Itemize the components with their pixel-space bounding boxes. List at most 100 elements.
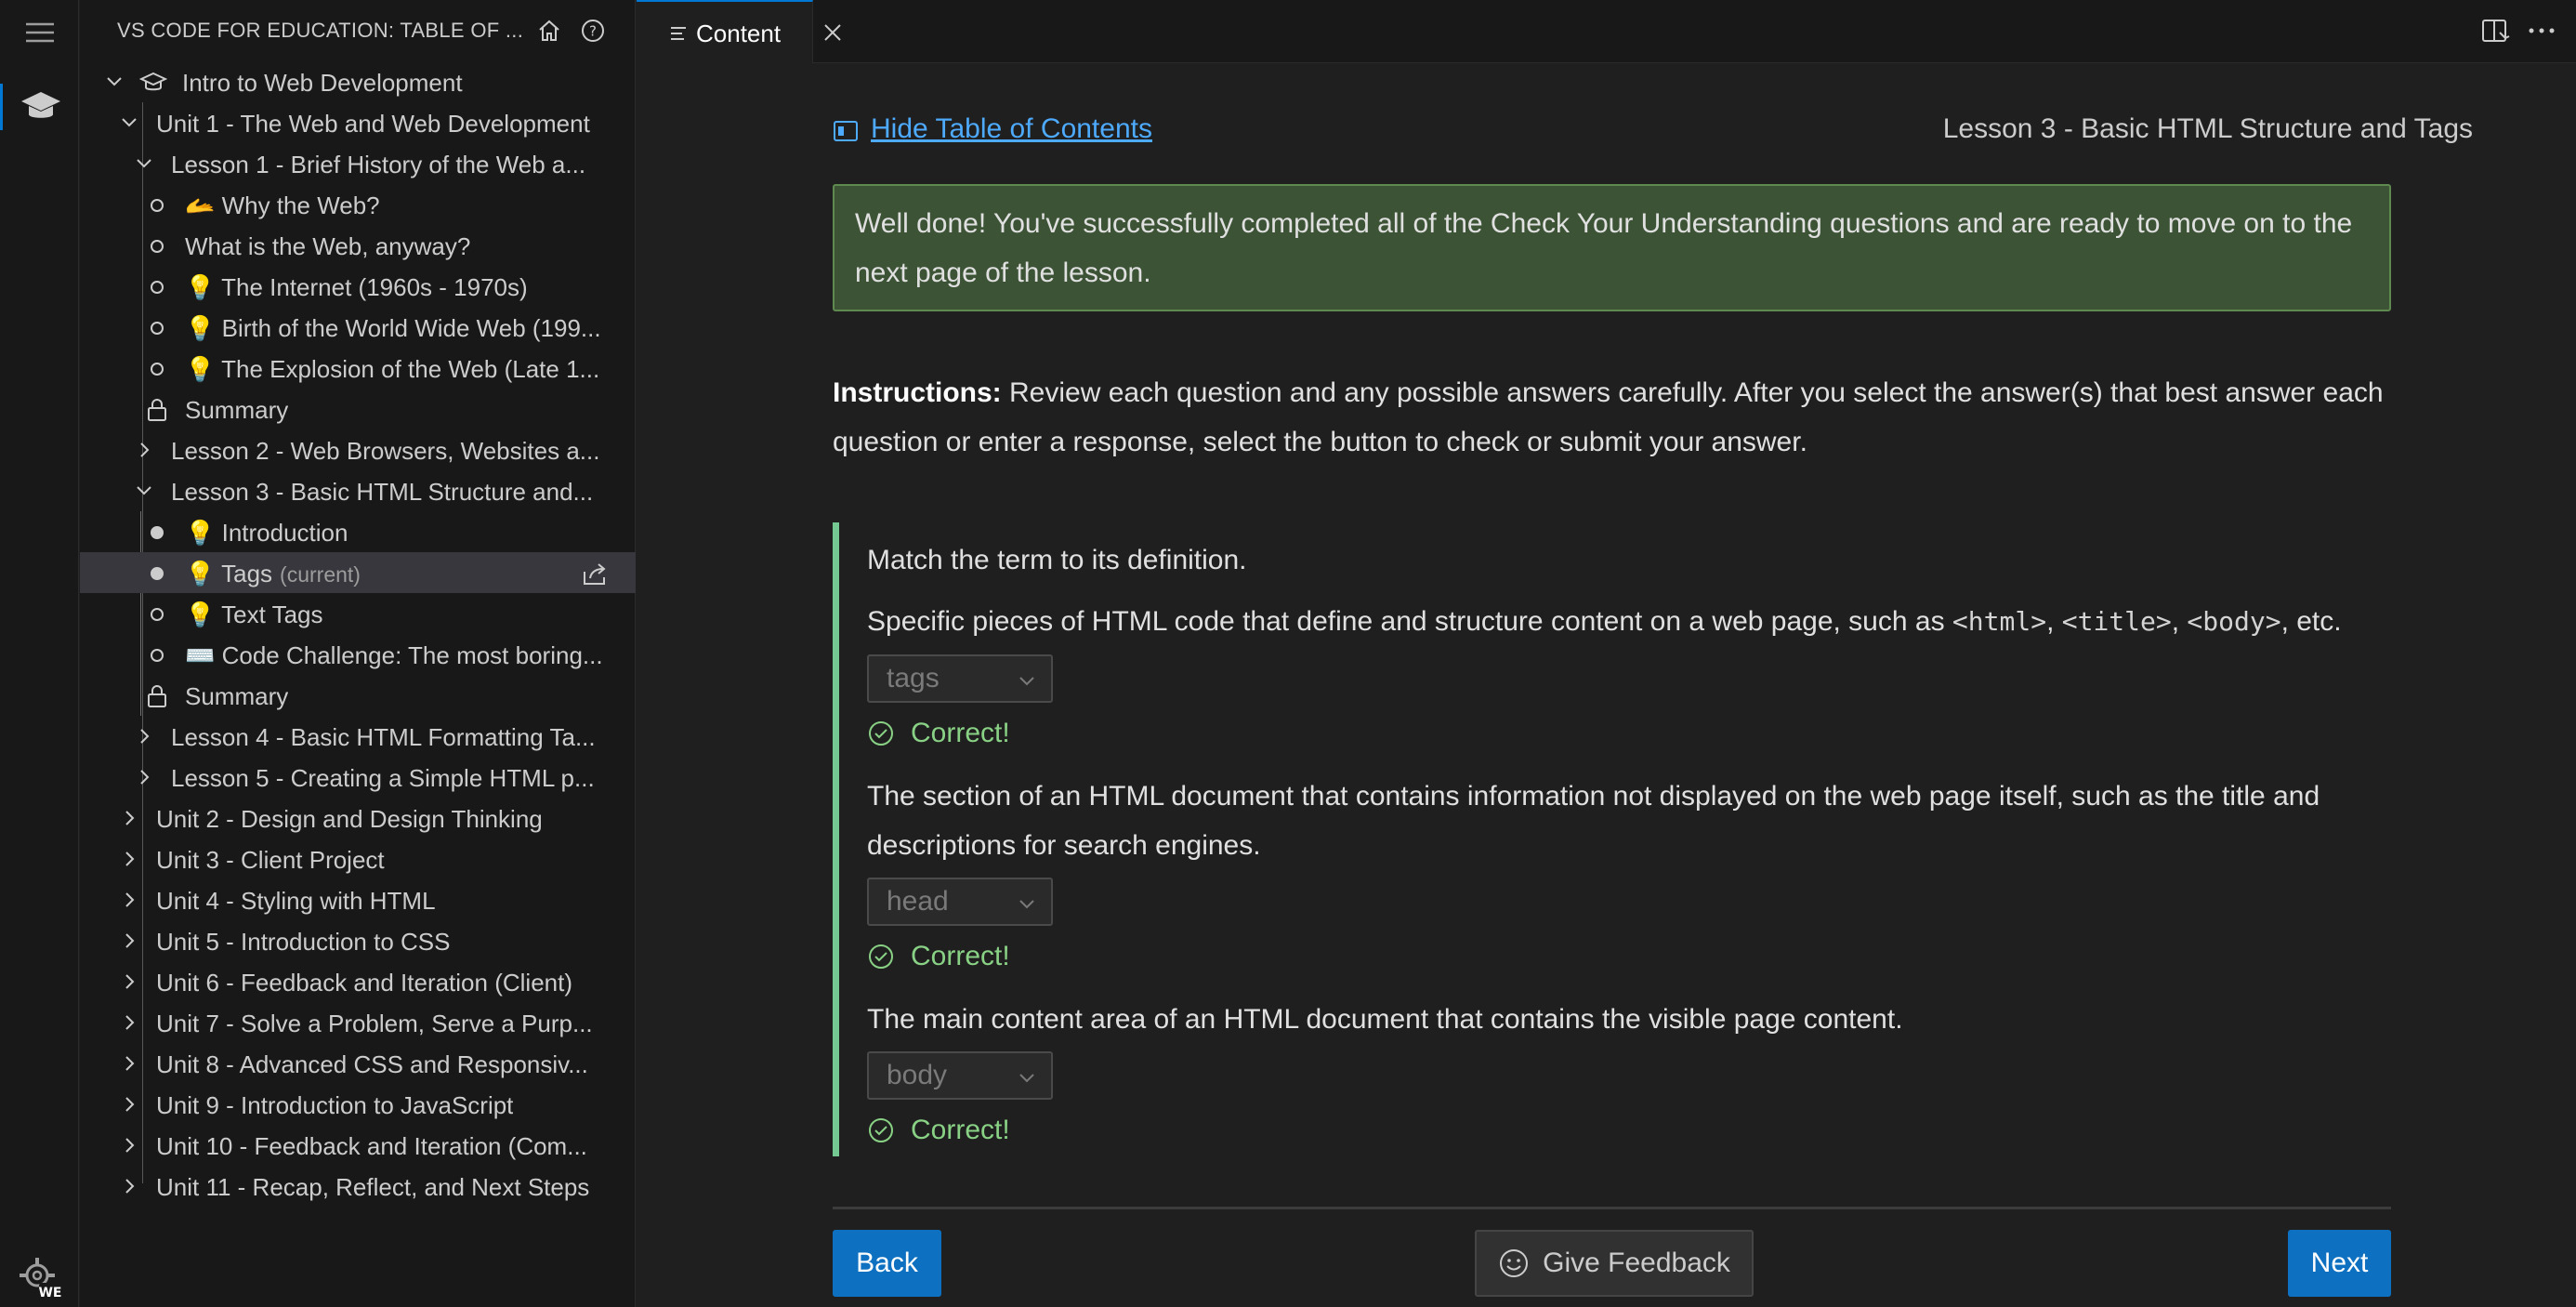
tree-item-page[interactable]: 💡 The Explosion of the Web (Late 1... bbox=[80, 348, 636, 389]
more-actions-icon[interactable] bbox=[2528, 26, 2556, 35]
answer-select-value: tags bbox=[887, 663, 940, 693]
chevron-right-icon bbox=[125, 1015, 135, 1030]
definition-text: Specific pieces of HTML code that define… bbox=[867, 606, 1952, 637]
lock-icon bbox=[148, 685, 166, 707]
tree-item-label: 💡 Introduction bbox=[185, 519, 348, 547]
chevron-right-icon bbox=[125, 1138, 135, 1153]
tree-item-lesson-5[interactable]: Lesson 5 - Creating a Simple HTML p... bbox=[80, 757, 636, 798]
correct-feedback: Correct! bbox=[867, 941, 1010, 972]
tree-item-lesson-4[interactable]: Lesson 4 - Basic HTML Formatting Ta... bbox=[80, 716, 636, 757]
tree-item-unit-7[interactable]: Unit 7 - Solve a Problem, Serve a Purp..… bbox=[80, 1002, 636, 1043]
tree-item-label: Summary bbox=[185, 682, 289, 710]
chevron-right-icon bbox=[125, 1056, 135, 1071]
instructions: Instructions: Review each question and a… bbox=[833, 368, 2403, 467]
code-snippet: <body> bbox=[2187, 606, 2281, 637]
tree-item-unit-9[interactable]: Unit 9 - Introduction to JavaScript bbox=[80, 1084, 636, 1125]
tree-item-label: 💡 Text Tags bbox=[185, 601, 323, 628]
tree-item-label: 💡 The Explosion of the Web (Late 1... bbox=[185, 355, 600, 383]
document-icon bbox=[671, 27, 686, 40]
tree-item-label: Summary bbox=[185, 396, 289, 424]
activity-bar: WE bbox=[0, 0, 79, 1307]
tree-item-page[interactable]: What is the Web, anyway? bbox=[80, 225, 636, 266]
tree-item-label: What is the Web, anyway? bbox=[185, 232, 471, 260]
tree-item-page[interactable]: 💡 The Internet (1960s - 1970s) bbox=[80, 266, 636, 307]
smiley-icon bbox=[1500, 1249, 1529, 1277]
tree-item-summary[interactable]: Summary bbox=[80, 675, 636, 716]
education-icon[interactable] bbox=[0, 84, 79, 130]
chevron-down-icon bbox=[1019, 677, 1034, 686]
tab-content[interactable]: Content bbox=[637, 0, 841, 63]
tree-item-label: Unit 7 - Solve a Problem, Serve a Purp..… bbox=[156, 1010, 593, 1037]
tree-item-text: 💡 Tags bbox=[185, 560, 273, 587]
tree-item-current-page[interactable]: 💡 Tags (current) bbox=[80, 552, 636, 593]
tree-item-page[interactable]: ⌨️ Code Challenge: The most boring... bbox=[80, 634, 636, 675]
next-button[interactable]: Next bbox=[2288, 1230, 2391, 1297]
instructions-label: Instructions: bbox=[833, 377, 1002, 408]
tree-item-unit-4[interactable]: Unit 4 - Styling with HTML bbox=[80, 879, 636, 920]
tree-item-page[interactable]: 💡 Birth of the World Wide Web (199... bbox=[80, 307, 636, 348]
share-icon[interactable] bbox=[582, 561, 610, 587]
tree-item-label: 💡 Tags (current) bbox=[185, 560, 361, 588]
answer-select-value: body bbox=[887, 1060, 948, 1090]
manage-gear-icon[interactable]: WE bbox=[0, 1255, 79, 1301]
tree-item-unit-3[interactable]: Unit 3 - Client Project bbox=[80, 838, 636, 879]
lock-icon bbox=[148, 399, 166, 421]
tree-item-label: Unit 11 - Recap, Reflect, and Next Steps bbox=[156, 1173, 590, 1201]
check-circle-icon bbox=[869, 1118, 893, 1142]
tree-item-label: Unit 1 - The Web and Web Development bbox=[156, 110, 590, 138]
question-definition: The section of an HTML document that con… bbox=[867, 781, 2320, 861]
check-circle-icon bbox=[869, 944, 893, 969]
answer-select[interactable]: head bbox=[867, 878, 1053, 926]
tree-item-label: Lesson 4 - Basic HTML Formatting Ta... bbox=[171, 723, 596, 751]
tree-item-unit-1[interactable]: Unit 1 - The Web and Web Development bbox=[80, 102, 636, 143]
tree-item-label: ⌨️ Code Challenge: The most boring... bbox=[185, 641, 603, 669]
chevron-down-icon bbox=[1019, 900, 1034, 909]
give-feedback-label: Give Feedback bbox=[1543, 1248, 1730, 1278]
help-icon[interactable]: ? bbox=[579, 17, 607, 45]
question-prompt: Match the term to its definition. bbox=[867, 545, 1247, 575]
divider bbox=[833, 1207, 2391, 1209]
open-preview-icon[interactable] bbox=[2481, 18, 2511, 46]
tree-item-label: 🫴 Why the Web? bbox=[185, 191, 380, 219]
home-icon[interactable] bbox=[535, 17, 563, 45]
incomplete-dot-icon bbox=[151, 363, 164, 376]
tree-item-course[interactable]: Intro to Web Development bbox=[80, 61, 636, 102]
incomplete-dot-icon bbox=[151, 199, 164, 212]
svg-text:?: ? bbox=[589, 23, 597, 40]
menu-icon[interactable] bbox=[0, 17, 79, 48]
content-panel: Hide Table of Contents Lesson 3 - Basic … bbox=[637, 63, 2576, 1307]
back-button[interactable]: Back bbox=[833, 1230, 941, 1297]
tree-item-label: Lesson 1 - Brief History of the Web a... bbox=[171, 151, 586, 178]
tree-item-page[interactable]: 🫴 Why the Web? bbox=[80, 184, 636, 225]
tree-item-lesson-3[interactable]: Lesson 3 - Basic HTML Structure and... bbox=[80, 470, 636, 511]
correct-label: Correct! bbox=[911, 941, 1010, 971]
tree-item-lesson-2[interactable]: Lesson 2 - Web Browsers, Websites a... bbox=[80, 429, 636, 470]
tree-item-unit-6[interactable]: Unit 6 - Feedback and Iteration (Client) bbox=[80, 961, 636, 1002]
tree-item-unit-5[interactable]: Unit 5 - Introduction to CSS bbox=[80, 920, 636, 961]
chevron-down-icon bbox=[137, 486, 151, 495]
sidebar: VS CODE FOR EDUCATION: TABLE OF ... ? In… bbox=[80, 0, 636, 1307]
graduation-cap-icon bbox=[139, 72, 167, 91]
code-snippet: <title> bbox=[2061, 606, 2172, 637]
tree-item-summary[interactable]: Summary bbox=[80, 389, 636, 429]
tree-item-page[interactable]: 💡 Text Tags bbox=[80, 593, 636, 634]
incomplete-dot-icon bbox=[151, 608, 164, 621]
tree-item-unit-2[interactable]: Unit 2 - Design and Design Thinking bbox=[80, 798, 636, 838]
tree-item-unit-8[interactable]: Unit 8 - Advanced CSS and Responsiv... bbox=[80, 1043, 636, 1084]
incomplete-dot-icon bbox=[151, 281, 164, 294]
tab-label: Content bbox=[696, 20, 782, 47]
tree-item-lesson-1[interactable]: Lesson 1 - Brief History of the Web a... bbox=[80, 143, 636, 184]
answer-select[interactable]: body bbox=[867, 1051, 1053, 1100]
hide-toc-link[interactable]: Hide Table of Contents bbox=[871, 113, 1152, 145]
incomplete-dot-icon bbox=[151, 322, 164, 335]
tree-item-label: Unit 6 - Feedback and Iteration (Client) bbox=[156, 969, 572, 997]
close-icon[interactable] bbox=[822, 22, 843, 43]
tree-item-unit-11[interactable]: Unit 11 - Recap, Reflect, and Next Steps bbox=[80, 1166, 636, 1207]
tree-item-page[interactable]: 💡 Introduction bbox=[80, 511, 636, 552]
answer-select[interactable]: tags bbox=[867, 654, 1053, 703]
chevron-down-icon bbox=[122, 118, 137, 127]
chevron-right-icon bbox=[125, 811, 135, 825]
give-feedback-button[interactable]: Give Feedback bbox=[1475, 1230, 1754, 1297]
tree-item-unit-10[interactable]: Unit 10 - Feedback and Iteration (Com... bbox=[80, 1125, 636, 1166]
tree-item-label: Unit 3 - Client Project bbox=[156, 846, 385, 874]
